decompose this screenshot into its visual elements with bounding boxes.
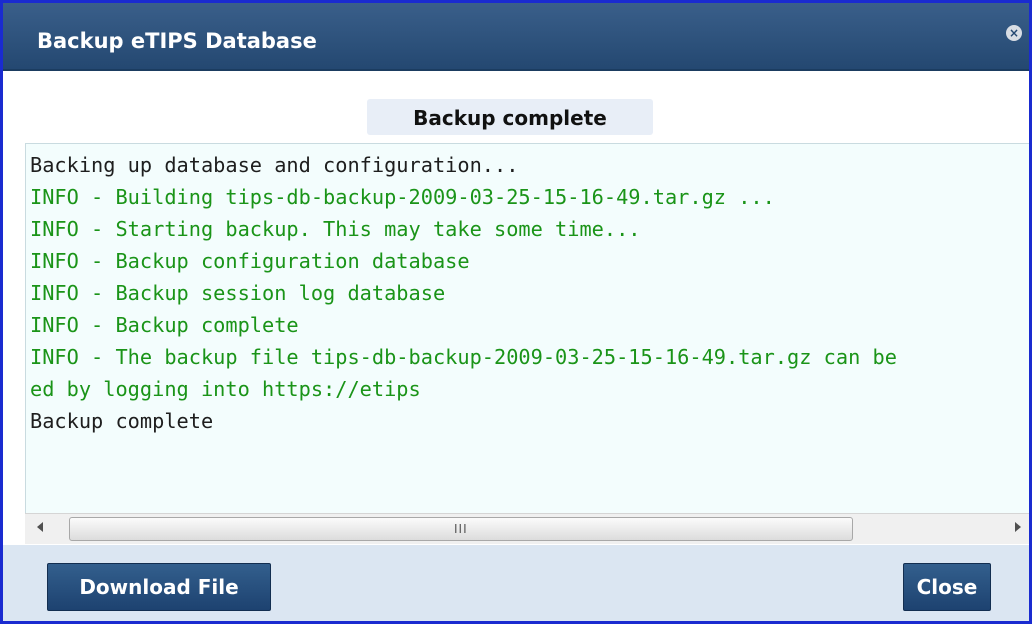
download-file-button[interactable]: Download File <box>47 563 271 611</box>
dialog-footer: Download File Close <box>3 545 1029 621</box>
log-line: INFO - Building tips-db-backup-2009-03-2… <box>30 185 775 209</box>
backup-dialog: Backup eTIPS Database × Backup complete … <box>0 0 1032 624</box>
log-line: INFO - Backup complete <box>30 313 299 337</box>
thumb-grip-icon: III <box>454 522 468 536</box>
log-line: INFO - Backup session log database <box>30 281 446 305</box>
log-line: INFO - Starting backup. This may take so… <box>30 217 641 241</box>
scroll-right-arrow-icon[interactable] <box>1015 522 1021 532</box>
horizontal-scrollbar[interactable]: III <box>25 513 1029 544</box>
dialog-titlebar: Backup eTIPS Database × <box>3 3 1029 71</box>
scroll-left-arrow-icon[interactable] <box>37 522 43 532</box>
close-icon[interactable]: × <box>1006 25 1022 41</box>
log-output: Backing up database and configuration...… <box>25 143 1029 514</box>
close-button[interactable]: Close <box>903 563 991 611</box>
log-line: INFO - The backup file tips-db-backup-20… <box>30 345 897 369</box>
log-line: INFO - Backup configuration database <box>30 249 470 273</box>
log-line: Backing up database and configuration... <box>30 153 519 177</box>
log-line: ed by logging into https://etips <box>30 377 421 401</box>
log-line: Backup complete <box>30 409 214 433</box>
dialog-title: Backup eTIPS Database <box>37 29 317 53</box>
status-heading: Backup complete <box>367 99 653 135</box>
scrollbar-thumb[interactable]: III <box>69 517 853 541</box>
